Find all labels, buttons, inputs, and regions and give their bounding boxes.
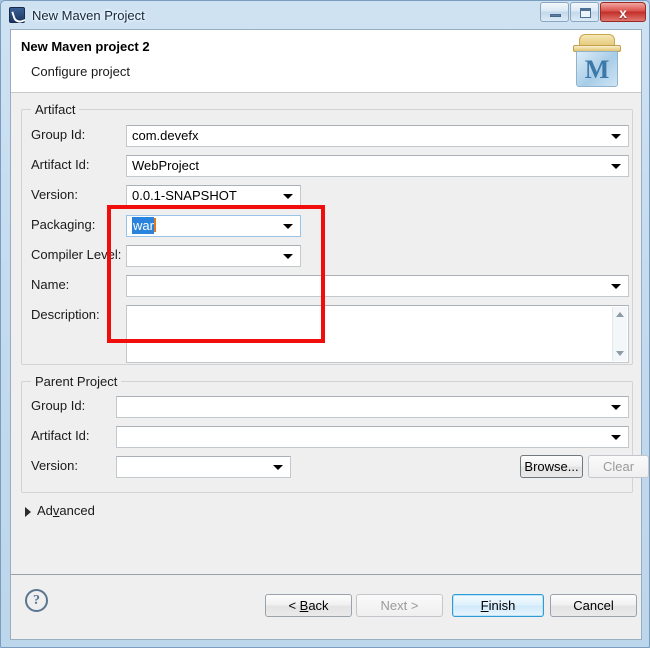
cancel-button[interactable]: Cancel bbox=[550, 594, 637, 617]
label-parent-artifact-id: Artifact Id: bbox=[31, 428, 90, 443]
description-scrollbar[interactable] bbox=[612, 307, 627, 361]
parent-project-group-title: Parent Project bbox=[31, 374, 122, 389]
chevron-down-icon[interactable] bbox=[273, 465, 283, 470]
dialog-window: New Maven Project x New Maven project 2 … bbox=[0, 0, 650, 648]
page-subtitle: Configure project bbox=[31, 64, 130, 79]
artifact-group: Artifact Group Id: com.devefx Artifact I… bbox=[21, 102, 633, 367]
page-title: New Maven project 2 bbox=[21, 39, 150, 54]
row-artifact-compiler-level: Compiler Level: bbox=[31, 245, 629, 267]
label-parent-version: Version: bbox=[31, 458, 78, 473]
artifact-compiler-level-combo[interactable] bbox=[126, 245, 301, 267]
artifact-version-combo[interactable]: 0.0.1-SNAPSHOT bbox=[126, 185, 301, 207]
chevron-down-icon[interactable] bbox=[611, 284, 621, 289]
parent-project-group: Parent Project Group Id: Artifact Id: Ve… bbox=[21, 374, 649, 493]
chevron-down-icon[interactable] bbox=[611, 405, 621, 410]
artifact-packaging-value-wrap: war bbox=[132, 217, 156, 234]
window-controls: x bbox=[539, 2, 646, 22]
parent-group-id-combo[interactable] bbox=[116, 396, 629, 418]
dialog-footer: ? < Back Next > Finish Cancel bbox=[11, 574, 641, 639]
artifact-group-title: Artifact bbox=[31, 102, 80, 117]
artifact-group-id-combo[interactable]: com.devefx bbox=[126, 125, 629, 147]
artifact-description-textarea[interactable] bbox=[126, 305, 629, 363]
next-button[interactable]: Next > bbox=[356, 594, 443, 617]
artifact-name-combo[interactable] bbox=[126, 275, 629, 297]
row-artifact-packaging: Packaging: war bbox=[31, 215, 629, 237]
row-artifact-group-id: Group Id: com.devefx bbox=[31, 125, 629, 147]
close-button[interactable]: x bbox=[600, 2, 646, 22]
maximize-icon bbox=[580, 8, 591, 18]
dialog-client-area: New Maven project 2 Configure project Ar… bbox=[10, 29, 649, 640]
maven-app-icon bbox=[9, 7, 25, 23]
maven-logo-body bbox=[576, 51, 618, 87]
row-artifact-version: Version: 0.0.1-SNAPSHOT bbox=[31, 185, 629, 207]
chevron-down-icon[interactable] bbox=[611, 435, 621, 440]
label-artifact-version: Version: bbox=[31, 187, 78, 202]
clear-button[interactable]: Clear bbox=[588, 455, 649, 478]
window-title: New Maven Project bbox=[32, 7, 145, 23]
title-bar: New Maven Project x bbox=[1, 1, 649, 29]
browse-button[interactable]: Browse... bbox=[520, 455, 583, 478]
chevron-down-icon[interactable] bbox=[611, 134, 621, 139]
help-icon[interactable]: ? bbox=[25, 589, 48, 612]
text-caret bbox=[153, 218, 156, 232]
artifact-version-value: 0.0.1-SNAPSHOT bbox=[132, 188, 237, 203]
artifact-packaging-combo[interactable]: war bbox=[126, 215, 301, 237]
maven-logo-icon bbox=[571, 34, 623, 88]
row-artifact-description: Description: bbox=[31, 305, 629, 367]
chevron-right-icon[interactable] bbox=[25, 507, 31, 517]
advanced-expander[interactable]: Advanced bbox=[25, 503, 95, 518]
parent-artifact-id-combo[interactable] bbox=[116, 426, 629, 448]
back-button[interactable]: < Back bbox=[265, 594, 352, 617]
row-parent-artifact-id: Artifact Id: bbox=[31, 426, 629, 448]
chevron-down-icon[interactable] bbox=[611, 164, 621, 169]
close-icon: x bbox=[619, 5, 627, 21]
artifact-artifact-id-value: WebProject bbox=[132, 158, 199, 173]
finish-button[interactable]: Finish bbox=[452, 594, 544, 617]
scroll-up-icon[interactable] bbox=[616, 312, 624, 317]
row-parent-group-id: Group Id: bbox=[31, 396, 629, 418]
row-artifact-artifact-id: Artifact Id: WebProject bbox=[31, 155, 629, 177]
advanced-label: Advanced bbox=[37, 503, 95, 518]
wizard-body: Artifact Group Id: com.devefx Artifact I… bbox=[11, 93, 649, 575]
wizard-header: New Maven project 2 Configure project bbox=[11, 30, 641, 93]
chevron-down-icon[interactable] bbox=[283, 224, 293, 229]
row-parent-version: Version: Browse... Clear bbox=[31, 455, 649, 478]
artifact-packaging-value: war bbox=[132, 217, 154, 234]
label-artifact-artifact-id: Artifact Id: bbox=[31, 157, 90, 172]
row-artifact-name: Name: bbox=[31, 275, 629, 297]
label-artifact-compiler-level: Compiler Level: bbox=[31, 247, 122, 262]
chevron-down-icon[interactable] bbox=[283, 194, 293, 199]
label-artifact-packaging: Packaging: bbox=[31, 217, 96, 232]
parent-version-combo[interactable] bbox=[116, 456, 291, 478]
label-parent-group-id: Group Id: bbox=[31, 398, 86, 413]
maximize-button[interactable] bbox=[570, 2, 599, 22]
label-artifact-description: Description: bbox=[31, 307, 100, 322]
minimize-icon bbox=[550, 14, 561, 17]
artifact-artifact-id-combo[interactable]: WebProject bbox=[126, 155, 629, 177]
artifact-group-id-value: com.devefx bbox=[132, 128, 199, 143]
scroll-down-icon[interactable] bbox=[616, 351, 624, 356]
minimize-button[interactable] bbox=[540, 2, 569, 22]
label-artifact-group-id: Group Id: bbox=[31, 127, 86, 142]
chevron-down-icon[interactable] bbox=[283, 254, 293, 259]
label-artifact-name: Name: bbox=[31, 277, 70, 292]
